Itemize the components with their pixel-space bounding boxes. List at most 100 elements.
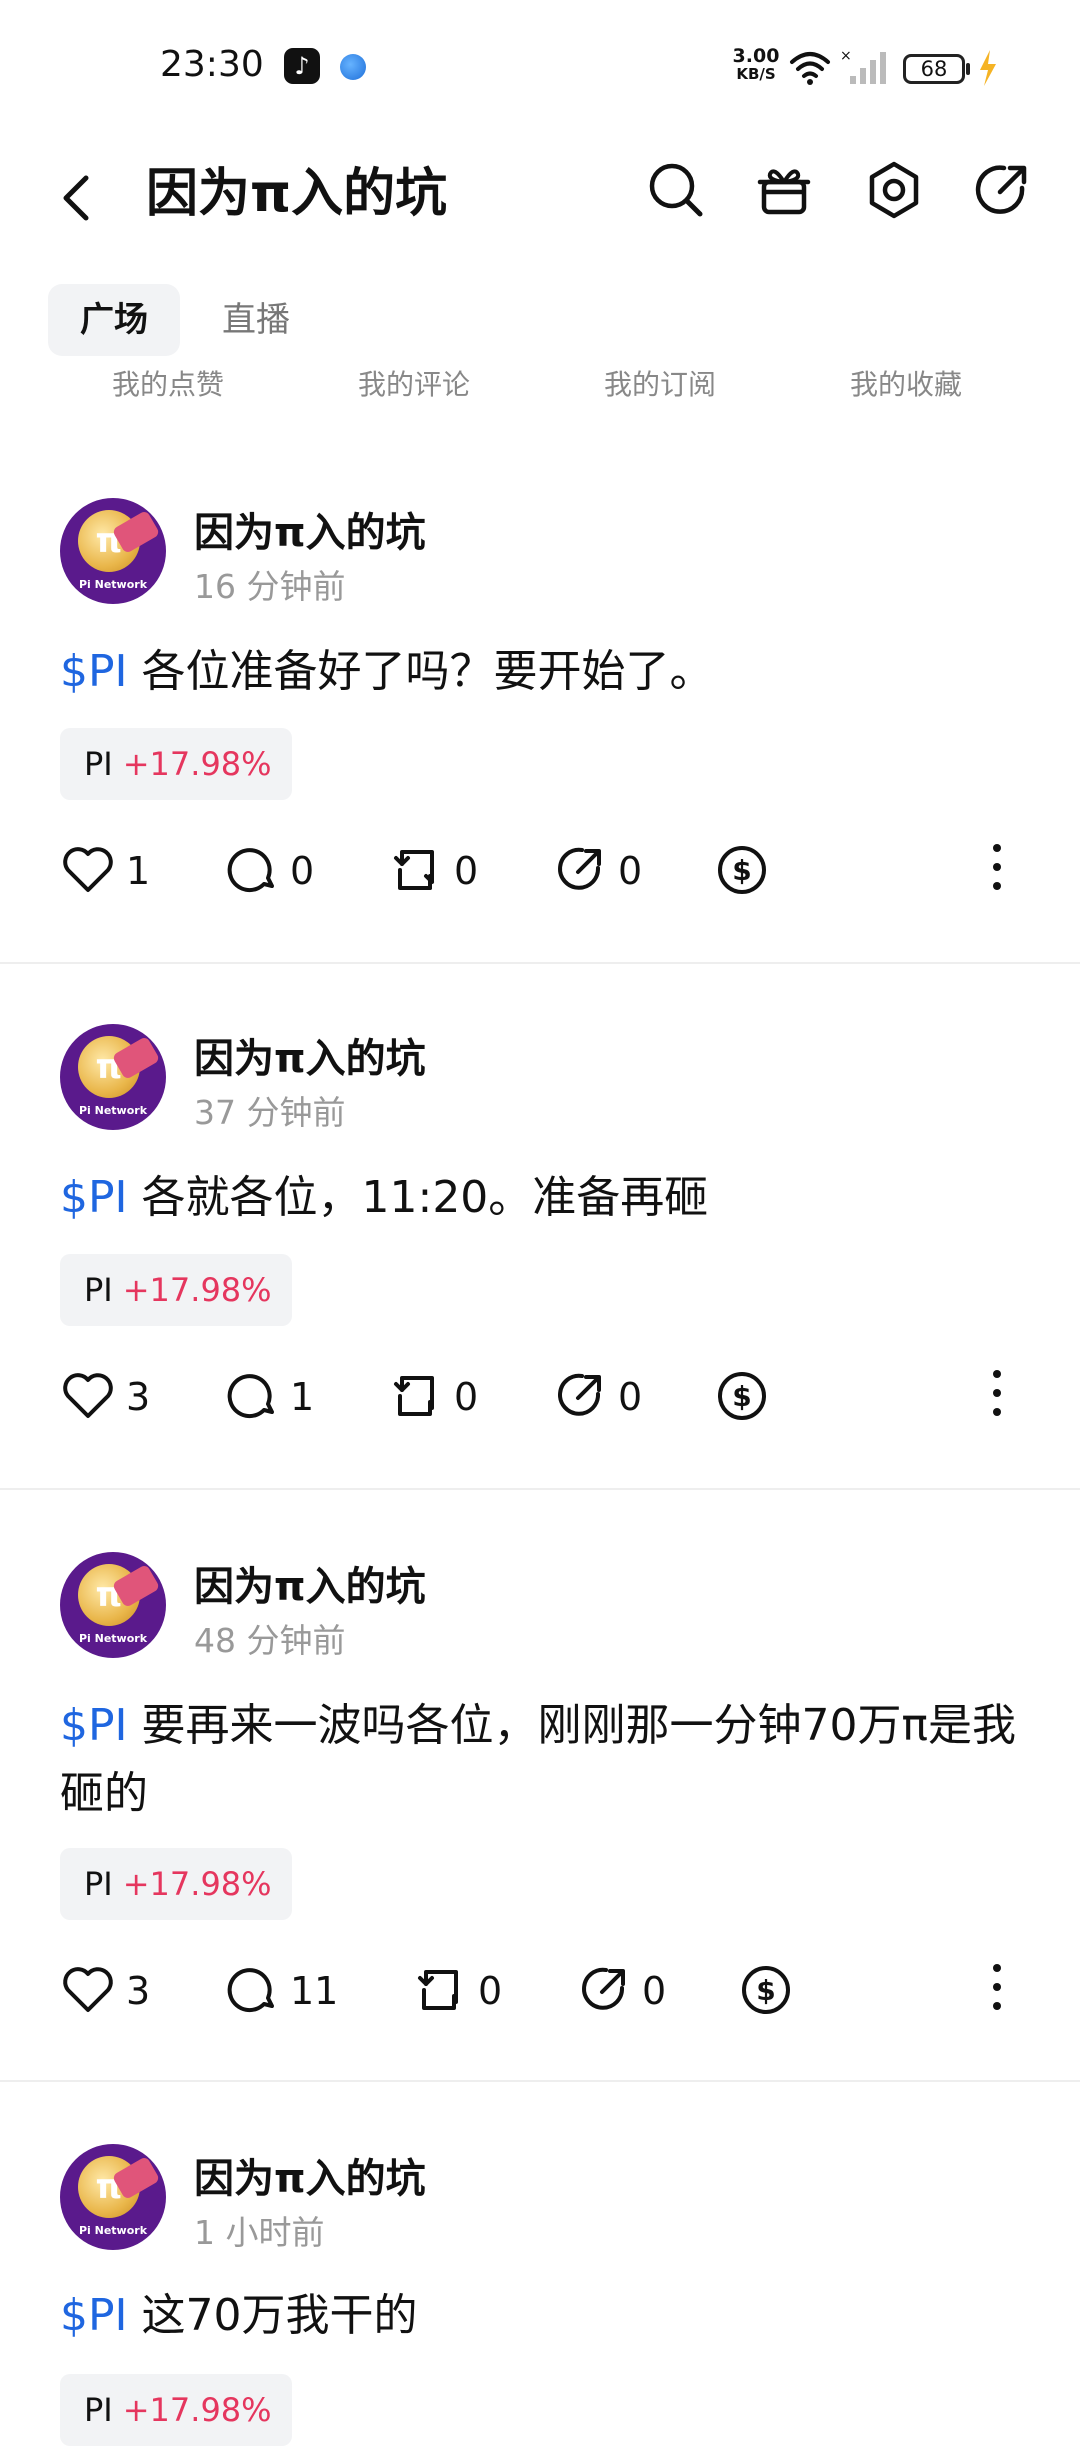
wifi-icon <box>790 52 830 85</box>
dollar-icon: $ <box>718 1372 766 1420</box>
status-time: 23:30 <box>160 44 264 85</box>
post-actions: 1 0 0 0 $ <box>0 836 1080 906</box>
status-bar: 23:30 ♪ 3.00 KB/S × 68 <box>0 0 1080 140</box>
back-icon[interactable] <box>52 166 100 226</box>
svg-text:$: $ <box>732 1380 751 1413</box>
more-options-icon[interactable] <box>990 1964 1004 2018</box>
author-name[interactable]: 因为π入的坑 <box>194 500 426 558</box>
chip-change: +17.98% <box>122 1271 272 1309</box>
cellular-signal-icon: × <box>840 48 886 84</box>
heart-icon <box>63 847 113 892</box>
repost-icon <box>394 1376 434 1416</box>
more-options-icon[interactable] <box>990 1370 1004 1424</box>
app-notification-icon <box>340 54 366 80</box>
network-speed: 3.00 KB/S <box>728 46 784 82</box>
post-card[interactable]: π Pi Network 因为π入的坑 48 分钟前 $PI 要再来一波吗各位，… <box>0 1552 1080 2072</box>
battery-tip <box>966 63 970 75</box>
subtab-my-comments[interactable]: 我的评论 <box>358 360 470 410</box>
author-name[interactable]: 因为π入的坑 <box>194 1026 426 1084</box>
comment-icon <box>227 1968 274 2013</box>
avatar[interactable]: π Pi Network <box>60 1552 166 1658</box>
sub-tab-bar: 我的点赞 我的评论 我的订阅 我的收藏 <box>0 360 1080 410</box>
share-count: 0 <box>618 849 643 893</box>
post-card[interactable]: π Pi Network 因为π入的坑 16 分钟前 $PI 各位准备好了吗？要… <box>0 498 1080 958</box>
share-count: 0 <box>618 1375 643 1419</box>
avatar-label: Pi Network <box>78 1632 148 1645</box>
dollar-icon: $ <box>718 846 766 894</box>
post-card[interactable]: π Pi Network 因为π入的坑 1 小时前 $PI 这70万我干的 PI… <box>0 2144 1080 2446</box>
post-card[interactable]: π Pi Network 因为π入的坑 37 分钟前 $PI 各就各位，11:2… <box>0 1024 1080 1484</box>
share-arrow-icon <box>582 1967 625 2010</box>
post-content[interactable]: $PI 要再来一波吗各位，刚刚那一分钟70万π是我砸的 <box>60 1692 1020 1828</box>
post-time: 16 分钟前 <box>194 567 346 606</box>
post-time: 1 小时前 <box>194 2213 325 2252</box>
comment-count: 11 <box>290 1969 339 2013</box>
share-arrow-icon <box>558 1373 601 1416</box>
subtab-my-subscriptions[interactable]: 我的订阅 <box>604 360 716 410</box>
ticker-chip[interactable]: PI +17.98% <box>60 728 292 800</box>
divider <box>0 1488 1080 1490</box>
page-title: 因为π入的坑 <box>146 164 448 224</box>
heart-icon <box>63 1967 113 2012</box>
post-content[interactable]: $PI 各就各位，11:20。准备再砸 <box>60 1164 1020 1232</box>
gift-icon[interactable] <box>752 158 816 222</box>
avatar-label: Pi Network <box>78 2224 148 2237</box>
comment-icon <box>227 848 274 893</box>
avatar[interactable]: π Pi Network <box>60 1024 166 1130</box>
repost-count: 0 <box>478 1969 503 2013</box>
network-speed-value: 3.00 <box>732 45 780 67</box>
share-arrow-icon <box>558 847 601 890</box>
post-text: 这70万我干的 <box>127 2290 418 2341</box>
subtab-my-favorites[interactable]: 我的收藏 <box>850 360 962 410</box>
like-count: 3 <box>126 1375 151 1419</box>
charging-bolt-icon <box>980 50 996 86</box>
author-name[interactable]: 因为π入的坑 <box>194 1554 426 1612</box>
post-time: 37 分钟前 <box>194 1093 346 1132</box>
ticker-tag[interactable]: $PI <box>60 2290 128 2341</box>
heart-icon <box>63 1373 113 1418</box>
chip-change: +17.98% <box>122 1865 272 1903</box>
post-content[interactable]: $PI 这70万我干的 <box>60 2282 1020 2350</box>
like-count: 1 <box>126 849 151 893</box>
ticker-tag[interactable]: $PI <box>60 1172 128 1223</box>
chip-symbol: PI <box>84 1271 113 1309</box>
chip-change: +17.98% <box>122 2391 272 2429</box>
comment-icon <box>227 1374 274 1419</box>
post-text: 要再来一波吗各位，刚刚那一分钟70万π是我砸的 <box>60 1700 1016 1819</box>
tab-square[interactable]: 广场 <box>48 284 180 356</box>
ticker-tag[interactable]: $PI <box>60 646 128 697</box>
divider <box>0 962 1080 964</box>
post-actions: 3 1 0 0 $ <box>0 1362 1080 1432</box>
tiktok-icon: ♪ <box>284 48 320 84</box>
svg-text:$: $ <box>732 854 751 887</box>
network-speed-unit: KB/S <box>736 65 776 83</box>
comment-count: 0 <box>290 849 315 893</box>
post-content[interactable]: $PI 各位准备好了吗？要开始了。 <box>60 638 1020 706</box>
battery-indicator: 68 <box>903 54 965 84</box>
ticker-chip[interactable]: PI +17.98% <box>60 1848 292 1920</box>
ticker-chip[interactable]: PI +17.98% <box>60 2374 292 2446</box>
dollar-icon: $ <box>742 1966 790 2014</box>
avatar[interactable]: π Pi Network <box>60 498 166 604</box>
chip-symbol: PI <box>84 745 113 783</box>
avatar-label: Pi Network <box>78 1104 148 1117</box>
more-options-icon[interactable] <box>990 844 1004 898</box>
share-icon[interactable] <box>970 158 1034 222</box>
ticker-tag[interactable]: $PI <box>60 1700 128 1751</box>
chip-symbol: PI <box>84 2391 113 2429</box>
tab-live[interactable]: 直播 <box>222 284 290 356</box>
ticker-chip[interactable]: PI +17.98% <box>60 1254 292 1326</box>
post-actions: 3 11 0 0 $ <box>0 1956 1080 2026</box>
chip-change: +17.98% <box>122 745 272 783</box>
avatar[interactable]: π Pi Network <box>60 2144 166 2250</box>
author-name[interactable]: 因为π入的坑 <box>194 2146 426 2204</box>
chip-symbol: PI <box>84 1865 113 1903</box>
avatar-label: Pi Network <box>78 578 148 591</box>
settings-icon[interactable] <box>862 158 926 222</box>
repost-icon <box>418 1970 458 2010</box>
subtab-my-likes[interactable]: 我的点赞 <box>112 360 224 410</box>
repost-icon <box>394 850 434 890</box>
search-icon[interactable] <box>644 158 708 222</box>
post-text: 各就各位，11:20。准备再砸 <box>127 1172 709 1223</box>
post-text: 各位准备好了吗？要开始了。 <box>127 646 714 697</box>
